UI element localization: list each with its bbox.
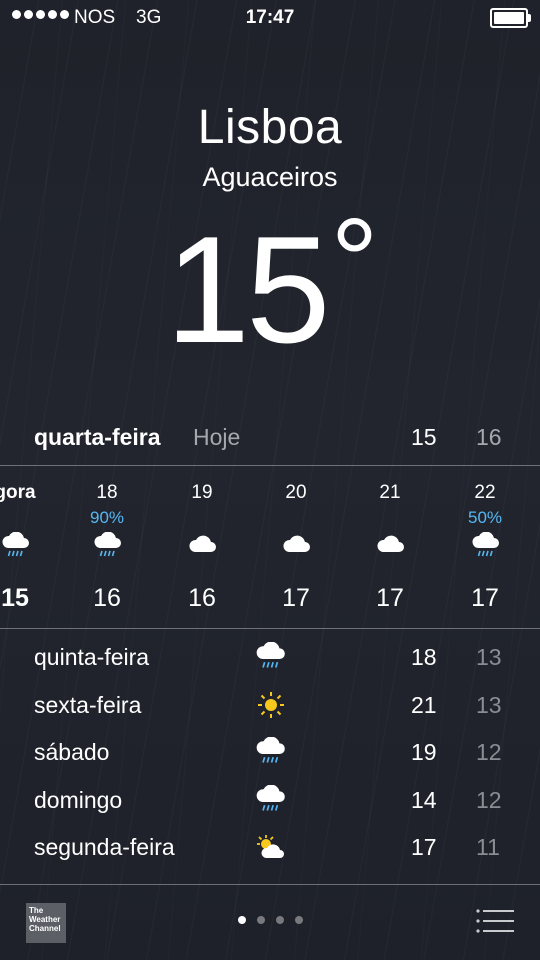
status-bar: NOS 3G 17:47 [0, 0, 540, 36]
divider-bottom [0, 884, 540, 885]
hourly-time: gora [0, 482, 36, 503]
page-dot[interactable] [256, 916, 265, 924]
today-day-name: quarta-feira [34, 424, 161, 450]
today-label: Hoje [193, 424, 241, 450]
hourly-time: 18 [96, 482, 118, 503]
daily-high: 18 [411, 644, 437, 670]
cloud-rain-icon [92, 531, 124, 560]
page-dot[interactable] [237, 916, 246, 924]
daily-high: 21 [411, 691, 437, 718]
current-temperature-value: 15 [165, 205, 330, 375]
daily-row: sábado 19 12 [0, 731, 540, 778]
sun-icon [254, 690, 288, 720]
daily-day-name: sexta-feira [34, 691, 142, 718]
daily-day-name: sábado [34, 739, 110, 765]
daily-high: 14 [411, 786, 437, 813]
city-list-icon[interactable] [476, 908, 514, 934]
daily-low: 12 [476, 739, 502, 765]
page-indicator[interactable] [0, 916, 540, 924]
hourly-time: 20 [285, 482, 307, 503]
current-condition: Aguaceiros [202, 162, 338, 192]
daily-low: 12 [476, 786, 502, 813]
daily-low: 11 [476, 834, 500, 860]
today-high: 15 [411, 424, 437, 450]
hourly-temperature: 17 [282, 584, 310, 612]
hourly-temperature: 15 [1, 584, 29, 612]
cloud-rain-icon [254, 784, 288, 815]
daily-row: segunda-feira 17 11 [0, 826, 540, 873]
daily-row: quinta-feira 18 13 [0, 636, 540, 683]
hourly-temperature: 16 [188, 584, 216, 612]
daily-low: 13 [476, 691, 502, 718]
hourly-precip-chance: 50% [467, 508, 503, 527]
hourly-temperature: 17 [471, 584, 499, 612]
daily-low: 13 [476, 644, 502, 670]
hourly-time: 19 [191, 482, 213, 503]
battery-icon [490, 8, 531, 28]
divider-middle [0, 628, 540, 629]
today-low: 16 [476, 424, 502, 450]
footer-toolbar: The Weather Channel [0, 886, 540, 960]
degree-symbol: ° [330, 194, 379, 328]
hourly-precip-chance: 90% [89, 508, 125, 527]
cloud-icon [375, 532, 407, 560]
hourly-forecast-strip[interactable]: gora 15 18 90% 16 19 16 20 17 21 17 22 50% 17 [0, 470, 540, 628]
cloud-rain-icon [254, 736, 288, 767]
status-time: 17:47 [245, 7, 295, 28]
daily-day-name: segunda-feira [34, 834, 175, 860]
hourly-temperature: 16 [93, 584, 121, 612]
daily-high: 19 [411, 739, 437, 765]
daily-high: 17 [411, 834, 437, 860]
page-dot[interactable] [275, 916, 284, 924]
hourly-time: 22 [474, 482, 496, 503]
daily-row: sexta-feira 21 13 [0, 684, 540, 731]
partly-cloudy-icon [254, 832, 288, 862]
cloud-rain-icon [0, 531, 32, 560]
today-row: quarta-feira Hoje 15 16 [0, 420, 540, 456]
hourly-time: 21 [379, 482, 401, 503]
cloud-rain-icon [470, 531, 502, 560]
daily-day-name: quinta-feira [34, 644, 150, 670]
cloud-icon [187, 532, 219, 560]
divider-top [0, 465, 540, 466]
city-name: Lisboa [197, 101, 343, 154]
current-temperature: 15° [0, 194, 540, 381]
page-dot[interactable] [294, 916, 303, 924]
hourly-temperature: 17 [376, 584, 404, 612]
cloud-icon [281, 532, 313, 560]
daily-row: domingo 14 12 [0, 779, 540, 826]
daily-day-name: domingo [34, 786, 123, 813]
cloud-rain-icon [254, 641, 288, 672]
